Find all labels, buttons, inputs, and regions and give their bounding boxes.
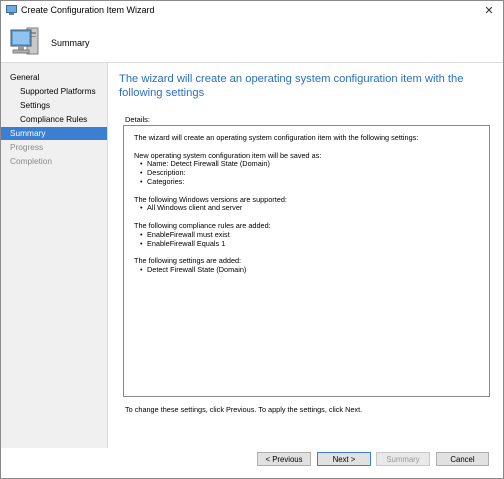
sidebar-item-compliance-rules[interactable]: Compliance Rules [1,113,107,126]
details-label: Details: [125,115,151,124]
sidebar-item-general[interactable]: General [1,71,107,84]
cancel-button[interactable]: Cancel [436,452,489,466]
summary-button: Summary [376,452,430,466]
details-intro: The wizard will create an operating syst… [134,133,419,142]
details-textbox[interactable]: The wizard will create an operating syst… [123,125,490,397]
computer-monitor-icon [10,27,39,55]
sidebar-item-summary[interactable]: Summary [1,127,107,140]
next-button[interactable]: Next > [317,452,371,466]
wizard-header: Summary [1,22,503,63]
sidebar-item-settings[interactable]: Settings [1,99,107,112]
setting-item: Detect Firewall State (Domain) [134,265,479,275]
wizard-app-icon [6,5,17,15]
saved-as-item: Description: [134,168,479,178]
wizard-steps-sidebar: General Supported Platforms Settings Com… [1,63,108,448]
saved-as-item: Name: Detect Firewall State (Domain) [134,160,479,169]
details-content: The wizard will create an operating syst… [134,133,479,275]
close-button[interactable]: ✕ [481,3,497,19]
sidebar-item-completion: Completion [10,156,52,166]
header-title: Summary [51,38,90,48]
version-item: All Windows client and server [134,204,479,213]
previous-button[interactable]: < Previous [257,452,311,466]
page-heading: The wizard will create an operating syst… [119,73,464,99]
close-icon: ✕ [484,5,494,17]
window-title: Create Configuration Item Wizard [21,5,155,15]
sidebar-item-supported-platforms[interactable]: Supported Platforms [1,85,107,98]
title-bar: Create Configuration Item Wizard ✕ [1,1,503,22]
navigation-hint: To change these settings, click Previous… [125,405,363,414]
saved-as-item: Categories: [134,177,479,187]
rule-item: EnableFirewall Equals 1 [134,239,479,249]
wizard-window: Create Configuration Item Wizard ✕ Summa… [0,0,504,479]
sidebar-item-progress: Progress [10,142,44,152]
